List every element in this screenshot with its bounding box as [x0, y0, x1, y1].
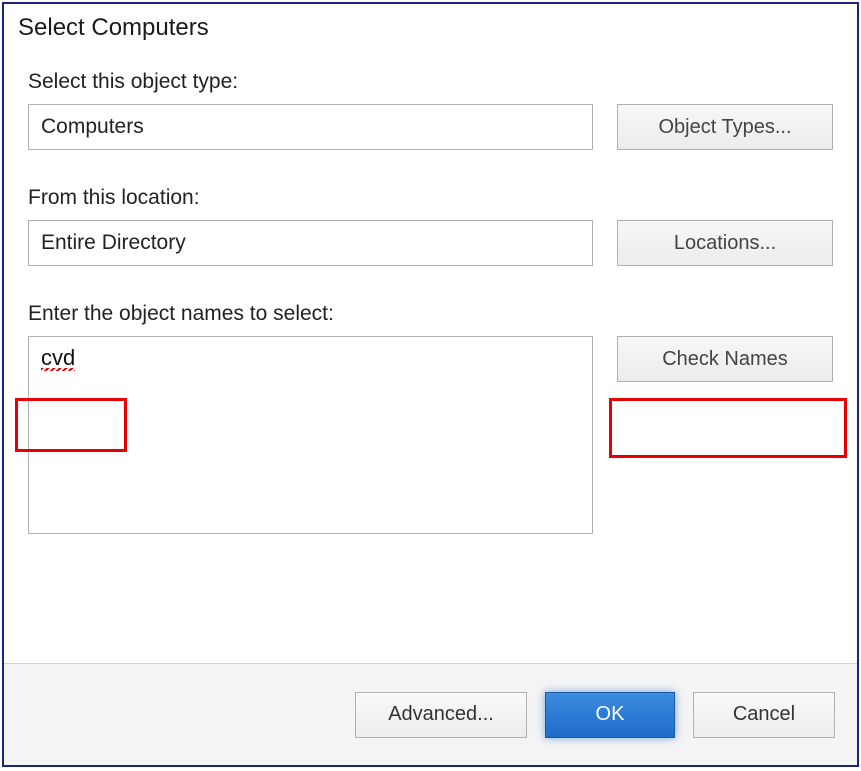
object-type-field: Computers: [28, 104, 593, 150]
locations-button[interactable]: Locations...: [617, 220, 833, 266]
dialog-content: Select this object type: Computers Objec…: [4, 42, 857, 663]
object-type-label: Select this object type:: [28, 70, 833, 94]
cancel-button[interactable]: Cancel: [693, 692, 835, 738]
ok-button[interactable]: OK: [545, 692, 675, 738]
dialog-footer: Advanced... OK Cancel: [4, 663, 857, 765]
object-names-value: cvd: [41, 347, 75, 371]
object-types-button[interactable]: Object Types...: [617, 104, 833, 150]
object-names-input[interactable]: cvd: [28, 336, 593, 534]
select-computers-dialog: Select Computers Select this object type…: [2, 2, 859, 767]
object-names-label: Enter the object names to select:: [28, 302, 833, 326]
dialog-title: Select Computers: [4, 4, 857, 42]
advanced-button[interactable]: Advanced...: [355, 692, 527, 738]
location-label: From this location:: [28, 186, 833, 210]
check-names-button[interactable]: Check Names: [617, 336, 833, 382]
location-field: Entire Directory: [28, 220, 593, 266]
